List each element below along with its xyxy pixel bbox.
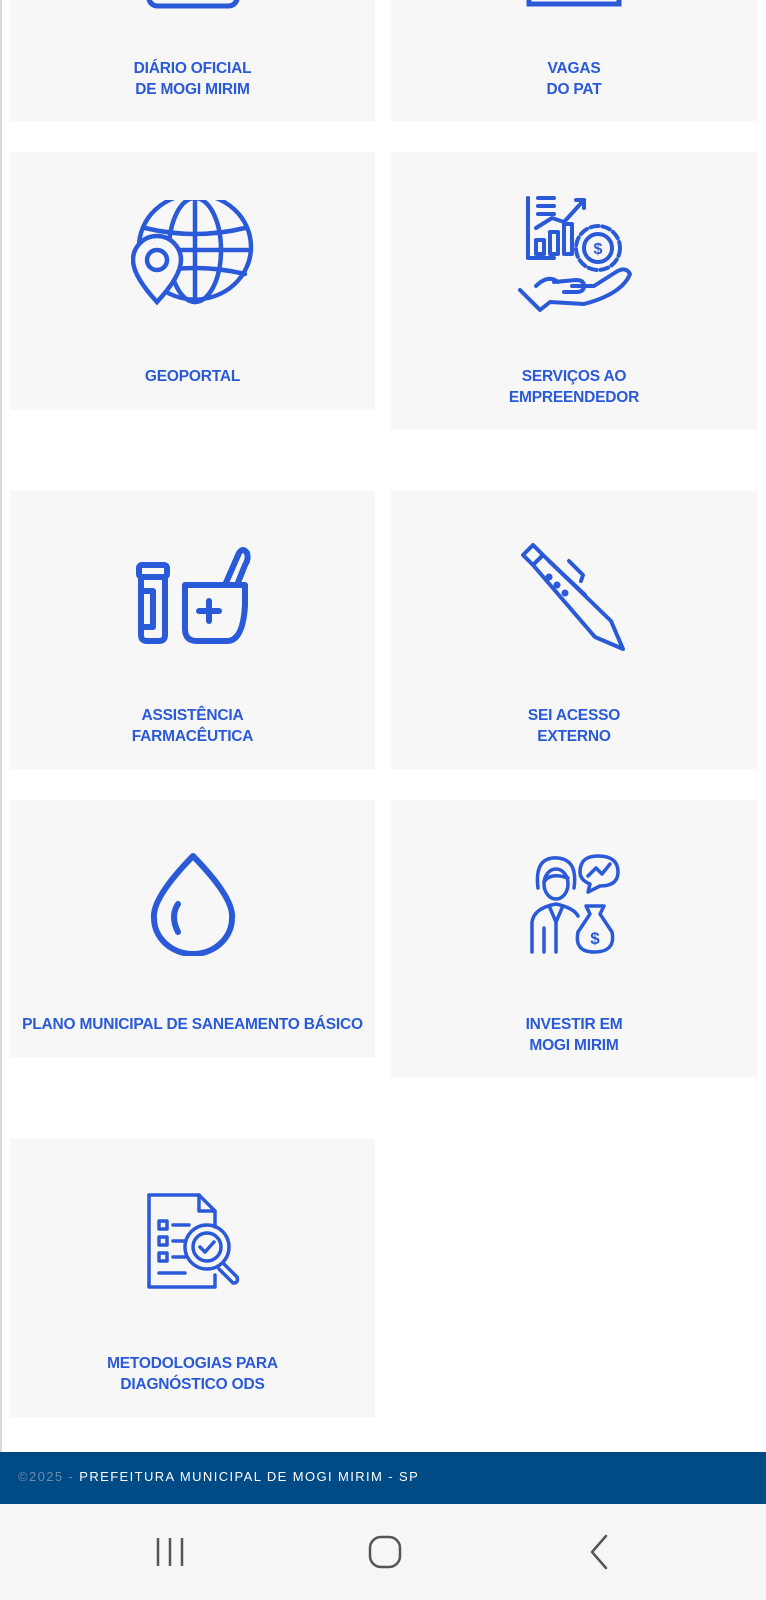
tile-label: SERVIÇOS AO EMPREENDEDOR: [508, 368, 640, 406]
water-drop-icon: [148, 852, 238, 956]
recent-apps-button[interactable]: [140, 1534, 200, 1578]
tile-label: GEOPORTAL: [144, 368, 241, 385]
recent-apps-icon: [156, 1538, 184, 1566]
page-left-border: [0, 0, 2, 1452]
back-button[interactable]: [570, 1534, 630, 1578]
home-icon: [368, 1535, 402, 1569]
svg-text:$: $: [594, 241, 603, 258]
pen-icon: [519, 541, 629, 651]
tile-plano-saneamento[interactable]: PLANO MUNICIPAL DE SANEAMENTO BÁSICO: [10, 800, 375, 1057]
tile-label: INVESTIR EM MOGI MIRIM: [525, 1016, 623, 1054]
tile-label: METODOLOGIAS PARA DIAGNÓSTICO ODS: [107, 1355, 278, 1393]
footer-org-name: PREFEITURA MUNICIPAL DE MOGI MIRIM - SP: [79, 1469, 420, 1484]
footer-copyright: ©2025 -: [18, 1469, 80, 1484]
tile-investir-mogi-mirim[interactable]: $ INVESTIR EM MOGI MIRIM: [391, 800, 757, 1077]
footer-text: ©2025 - PREFEITURA MUNICIPAL DE MOGI MIR…: [18, 1469, 419, 1484]
system-navigation-bar: [0, 1504, 766, 1600]
briefcase-icon: [524, 0, 624, 10]
svg-text:$: $: [590, 929, 600, 948]
hand-chart-icon: $: [514, 194, 634, 316]
tile-vagas-pat[interactable]: VAGAS DO PAT: [391, 0, 757, 121]
tile-label: PLANO MUNICIPAL DE SANEAMENTO BÁSICO: [22, 1016, 363, 1033]
globe-pin-icon: [130, 200, 255, 308]
pharmacy-icon: [133, 545, 253, 645]
document-search-icon: [143, 1191, 243, 1291]
tile-label: SEI ACESSO EXTERNO: [527, 707, 621, 745]
tile-label: DIÁRIO OFICIAL DE MOGI MIRIM: [133, 60, 252, 98]
tile-diario-oficial[interactable]: DIÁRIO OFICIAL DE MOGI MIRIM: [10, 0, 375, 121]
home-button[interactable]: [354, 1534, 414, 1578]
investor-icon: $: [524, 852, 624, 956]
tile-sei-acesso-externo[interactable]: SEI ACESSO EXTERNO: [391, 491, 757, 769]
site-footer: ©2025 - PREFEITURA MUNICIPAL DE MOGI MIR…: [0, 1452, 766, 1504]
back-icon: [590, 1534, 608, 1570]
tile-assistencia-farmaceutica[interactable]: ASSISTÊNCIA FARMACÊUTICA: [10, 491, 375, 769]
tile-servicos-empreendedor[interactable]: $ SERVIÇOS AO EMPREENDEDOR: [391, 152, 757, 430]
tile-geoportal[interactable]: GEOPORTAL: [10, 152, 375, 410]
tile-metodologias-ods[interactable]: METODOLOGIAS PARA DIAGNÓSTICO ODS: [10, 1139, 375, 1417]
tile-label: ASSISTÊNCIA FARMACÊUTICA: [131, 707, 254, 745]
newspaper-icon: [143, 0, 243, 10]
tile-label: VAGAS DO PAT: [546, 60, 602, 98]
